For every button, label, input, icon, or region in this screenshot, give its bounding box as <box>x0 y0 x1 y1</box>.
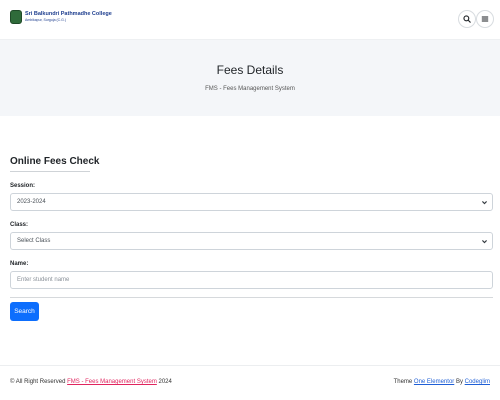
theme-text: Theme <box>393 379 413 385</box>
session-label: Session: <box>10 183 36 189</box>
site-footer: © All Right Reserved FMS - Fees Manageme… <box>0 365 500 400</box>
college-emblem-icon <box>10 10 22 24</box>
site-header: Sri Balkundri Pathmadhe College Ambikapu… <box>0 0 500 40</box>
footer-copyright: © All Right Reserved FMS - Fees Manageme… <box>10 379 172 385</box>
by-text: By <box>455 379 463 385</box>
page-title: Fees Details <box>216 63 284 77</box>
logo-address: Ambikapur, Surguja (C.G.) <box>25 18 67 22</box>
search-icon <box>463 15 471 23</box>
copyright-text: © All Right Reserved <box>10 379 66 385</box>
chevron-down-icon <box>482 201 487 205</box>
form-title: Online Fees Check <box>10 156 100 167</box>
page-hero: Fees Details FMS - Fees Management Syste… <box>0 40 500 116</box>
name-label: Name: <box>10 261 29 267</box>
search-button[interactable] <box>458 10 476 28</box>
logo-text: Sri Balkundri Pathmadhe College Ambikapu… <box>25 10 112 23</box>
page-subtitle: FMS - Fees Management System <box>205 86 295 92</box>
chevron-down-icon <box>482 240 487 244</box>
form-title-underline <box>10 171 90 172</box>
session-value: 2023-2024 <box>17 199 46 205</box>
search-submit-button[interactable]: Search <box>10 302 39 321</box>
class-label: Class: <box>10 222 29 228</box>
author-link[interactable]: Codeglim <box>465 379 490 385</box>
logo-name: Sri Balkundri Pathmadhe College <box>25 10 112 17</box>
copyright-year: 2024 <box>158 379 172 385</box>
class-select[interactable]: Select Class <box>10 232 493 250</box>
theme-link[interactable]: One Elementor <box>414 379 454 385</box>
college-logo[interactable]: Sri Balkundri Pathmadhe College Ambikapu… <box>10 10 112 24</box>
footer-credits: Theme One Elementor By Codeglim <box>394 379 490 385</box>
menu-icon <box>481 16 489 22</box>
student-name-placeholder: Enter student name <box>17 277 70 283</box>
student-name-input[interactable]: Enter student name <box>10 271 493 289</box>
menu-button[interactable] <box>476 10 494 28</box>
site-link[interactable]: FMS - Fees Management System <box>67 379 157 385</box>
class-value: Select Class <box>17 238 51 244</box>
form-divider <box>10 297 493 298</box>
session-select[interactable]: 2023-2024 <box>10 193 493 211</box>
